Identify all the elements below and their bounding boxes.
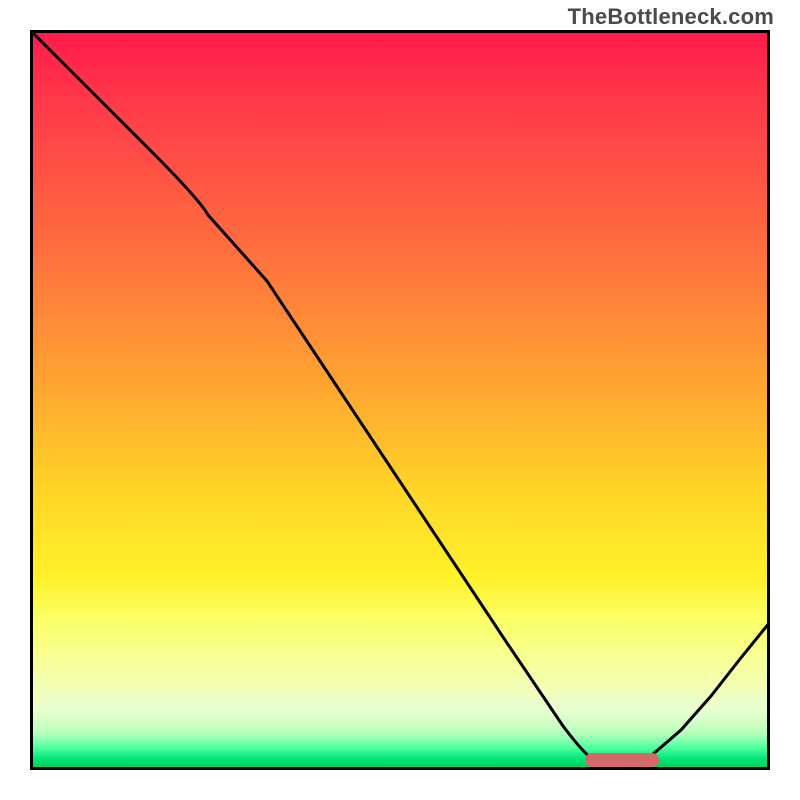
bottleneck-curve [30,30,770,763]
bottleneck-chart: TheBottleneck.com [0,0,800,800]
optimum-marker [585,753,659,767]
watermark-text: TheBottleneck.com [568,4,774,30]
chart-svg [30,30,770,770]
